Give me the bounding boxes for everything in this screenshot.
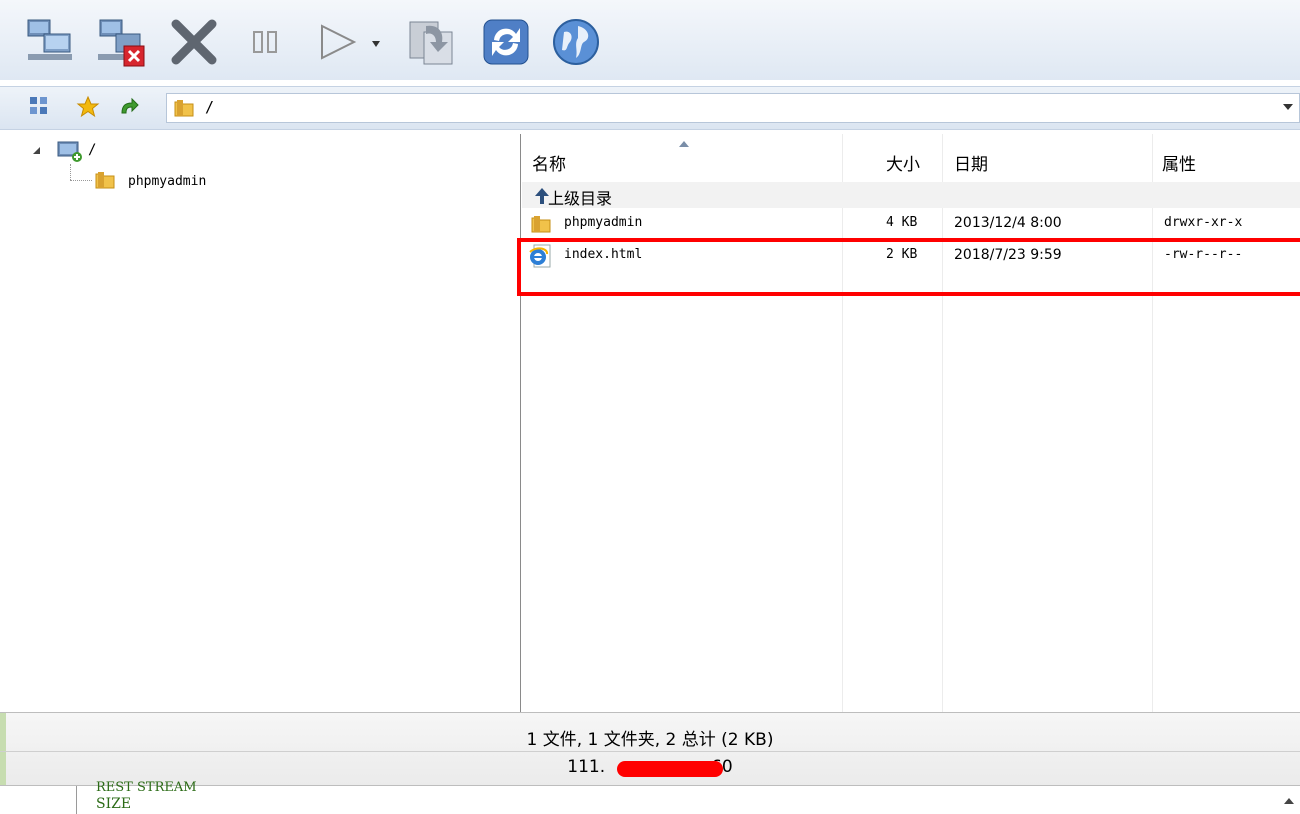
play-dropdown-button[interactable] bbox=[366, 14, 386, 70]
network-computer-icon bbox=[27, 19, 72, 60]
close-icon bbox=[171, 19, 217, 65]
server-root-icon bbox=[57, 141, 82, 162]
refresh-button[interactable] bbox=[478, 14, 534, 70]
connect-button[interactable] bbox=[22, 14, 78, 70]
site-manager-icon[interactable] bbox=[28, 95, 50, 117]
toolbar bbox=[0, 0, 1300, 80]
log-line: REST STREAM bbox=[96, 780, 197, 795]
status-divider bbox=[0, 751, 1300, 752]
file-list: 名称 大小 日期 属性 上级目录 phpmyadmin 4 KB 2013/12… bbox=[522, 134, 1300, 712]
status-summary: 1 文件, 1 文件夹, 2 总计 (2 KB) bbox=[526, 730, 774, 750]
parent-directory-row[interactable]: 上级目录 bbox=[522, 182, 1300, 208]
parent-directory-label: 上级目录 bbox=[548, 189, 613, 208]
log-panel: REST STREAM SIZE bbox=[0, 780, 1300, 814]
cancel-button[interactable] bbox=[166, 14, 222, 70]
tree-expand-icon[interactable] bbox=[32, 146, 42, 156]
folder-icon bbox=[174, 100, 194, 117]
pause-button[interactable] bbox=[238, 14, 294, 70]
favorites-star-icon[interactable] bbox=[76, 95, 100, 119]
file-date: 2013/12/4 8:00 bbox=[954, 215, 1062, 231]
directory-tree: / phpmyadmin bbox=[10, 134, 521, 712]
log-border bbox=[76, 786, 77, 814]
go-up-arrow-icon[interactable] bbox=[116, 95, 140, 119]
column-header-size[interactable]: 大小 bbox=[886, 150, 920, 175]
redaction-mark bbox=[617, 761, 723, 777]
column-header-date[interactable]: 日期 bbox=[954, 150, 988, 175]
status-bar: 1 文件, 1 文件夹, 2 总计 (2 KB) 111.60 bbox=[0, 712, 1300, 786]
pause-icon bbox=[253, 31, 277, 53]
play-icon bbox=[321, 24, 357, 60]
tree-item-phpmyadmin[interactable]: phpmyadmin bbox=[128, 174, 206, 189]
tree-root-label[interactable]: / bbox=[88, 142, 96, 158]
globe-icon bbox=[553, 19, 599, 65]
address-bar: / bbox=[0, 86, 1300, 130]
address-path: / bbox=[205, 98, 215, 116]
log-line: SIZE bbox=[96, 796, 132, 812]
file-attributes: drwxr-xr-x bbox=[1164, 215, 1243, 230]
transfer-icon bbox=[409, 21, 453, 65]
address-input[interactable]: / bbox=[166, 93, 1300, 123]
highlight-box bbox=[517, 238, 1300, 296]
chevron-down-icon bbox=[372, 41, 380, 47]
file-size: 4 KB bbox=[886, 215, 918, 230]
tree-connector bbox=[70, 164, 72, 180]
web-button[interactable] bbox=[548, 14, 604, 70]
disconnect-computer-icon bbox=[98, 19, 145, 67]
folder-icon bbox=[95, 172, 115, 189]
table-row[interactable]: phpmyadmin 4 KB 2013/12/4 8:00 drwxr-xr-… bbox=[522, 212, 1300, 238]
column-header-attributes[interactable]: 属性 bbox=[1162, 150, 1196, 175]
server-address-prefix: 111. bbox=[567, 757, 606, 777]
chevron-down-icon[interactable] bbox=[1283, 104, 1293, 110]
transfer-button[interactable] bbox=[404, 14, 460, 70]
sort-ascending-icon bbox=[679, 141, 689, 147]
tree-connector bbox=[70, 180, 92, 182]
column-header-row: 名称 大小 日期 属性 bbox=[522, 140, 1300, 183]
scroll-up-icon[interactable] bbox=[1284, 798, 1294, 804]
column-header-name[interactable]: 名称 bbox=[532, 150, 566, 175]
play-button[interactable] bbox=[310, 14, 366, 70]
file-name: phpmyadmin bbox=[564, 215, 643, 230]
refresh-icon bbox=[483, 19, 529, 65]
disconnect-button[interactable] bbox=[94, 14, 150, 70]
folder-icon bbox=[531, 216, 551, 233]
